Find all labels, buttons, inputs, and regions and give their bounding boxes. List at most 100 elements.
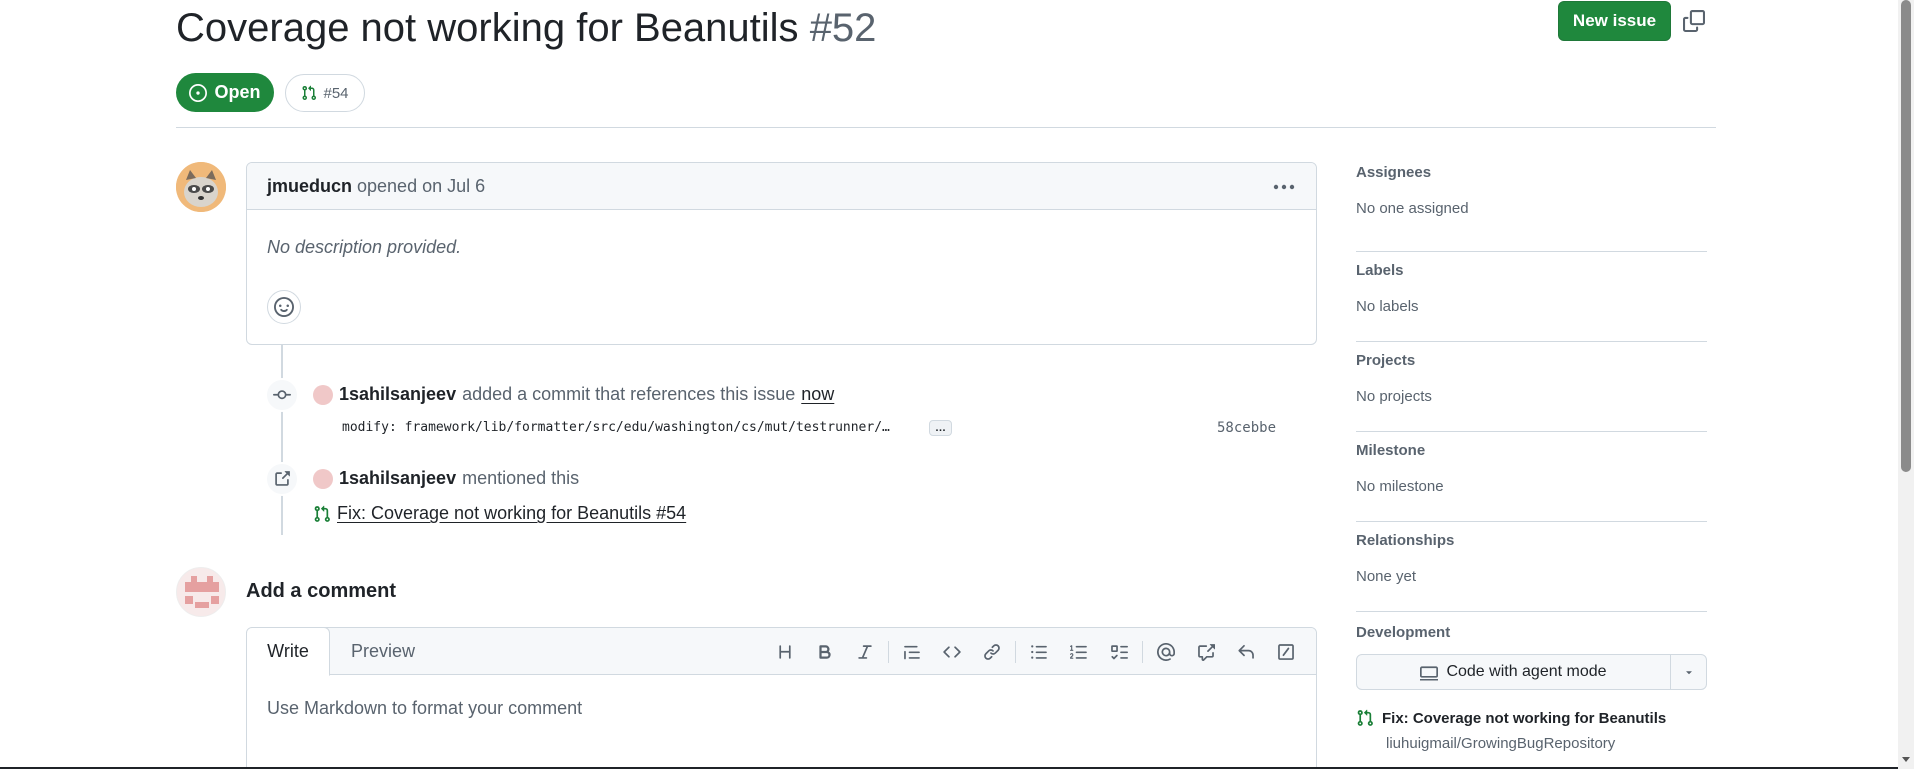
scrollbar-thumb[interactable] — [1901, 0, 1911, 472]
kebab-menu-icon[interactable] — [1272, 177, 1296, 197]
issue-state-label: Open — [214, 82, 261, 102]
code-button[interactable] — [932, 628, 972, 675]
issue-number: #52 — [809, 6, 877, 50]
comment-body: No description provided. — [267, 237, 462, 257]
sidebar-labels[interactable]: Labels No labels — [1356, 252, 1707, 342]
comment-header: jmueducn opened on Jul 6 — [247, 163, 1316, 210]
actor-avatar[interactable] — [313, 384, 333, 405]
commit-event-icon-wrap — [265, 378, 299, 412]
new-issue-button[interactable]: New issue — [1558, 1, 1671, 41]
sidebar-value: No projects — [1356, 388, 1432, 405]
code-with-agent-main[interactable]: Code with agent mode — [1357, 655, 1671, 689]
sidebar-heading[interactable]: Development — [1356, 624, 1450, 641]
timeline-line — [281, 345, 283, 535]
mention-icon — [1157, 642, 1175, 661]
referenced-pr[interactable]: Fix: Coverage not working for Beanutils … — [313, 503, 686, 524]
mention-button[interactable] — [1146, 628, 1186, 675]
linked-pr-number: #54 — [323, 84, 349, 102]
add-reaction-button[interactable] — [267, 290, 301, 324]
reply-button[interactable] — [1226, 628, 1266, 675]
quote-button[interactable] — [892, 628, 932, 675]
mention-event-icon-wrap — [265, 462, 299, 496]
markdown-toolbar — [765, 628, 1306, 675]
sidebar-heading: Assignees — [1356, 164, 1432, 181]
actor-avatar[interactable] — [313, 468, 333, 489]
sidebar-value: No one assigned — [1356, 200, 1469, 217]
task-list-button[interactable] — [1099, 628, 1139, 675]
sidebar-relationships[interactable]: Relationships None yet — [1356, 522, 1707, 612]
heading-button[interactable] — [765, 628, 805, 675]
issue-body-comment: jmueducn opened on Jul 6 No description … — [246, 162, 1317, 345]
code-with-agent-button: Code with agent mode — [1356, 654, 1707, 690]
commit-event-actor[interactable]: 1sahilsanjeev — [339, 384, 456, 405]
tab-write[interactable]: Write — [247, 628, 330, 676]
commit-sha[interactable]: 58cebbe — [1217, 420, 1276, 436]
comment-textarea[interactable]: Use Markdown to format your comment — [267, 698, 582, 719]
development-pr-repo: liuhuigmail/GrowingBugRepository — [1386, 735, 1616, 752]
issue-sidebar: Assignees No one assigned Labels No labe… — [1356, 162, 1707, 762]
scroll-down-arrow-icon[interactable] — [1900, 753, 1912, 765]
ordered-list-button[interactable] — [1059, 628, 1099, 675]
slash-command-icon — [1278, 643, 1294, 660]
commit-event-text: 1sahilsanjeev added a commit that refere… — [313, 384, 834, 405]
sidebar-heading: Milestone — [1356, 442, 1426, 459]
sidebar-value: No milestone — [1356, 478, 1444, 495]
issue-title: Coverage not working for Beanutils #52 — [176, 6, 876, 51]
add-comment-heading: Add a comment — [246, 580, 397, 602]
triangle-down-icon — [1685, 671, 1692, 675]
pull-request-icon — [302, 85, 317, 101]
mention-event-action: mentioned this — [462, 468, 580, 488]
toolbar-divider — [1015, 640, 1016, 663]
sidebar-heading: Relationships — [1356, 532, 1455, 549]
cross-reference-icon — [275, 471, 290, 486]
sidebar-value: None yet — [1356, 568, 1417, 585]
mention-event-actor[interactable]: 1sahilsanjeev — [339, 468, 456, 489]
slash-command-button[interactable] — [1266, 628, 1306, 675]
unordered-list-button[interactable] — [1019, 628, 1059, 675]
copy-icon[interactable] — [1683, 10, 1705, 32]
current-user-avatar[interactable] — [176, 567, 226, 617]
reply-icon — [1238, 644, 1254, 659]
commit-message[interactable]: modify: framework/lib/formatter/src/edu/… — [342, 420, 890, 435]
commit-event-time[interactable]: now — [801, 384, 834, 405]
toolbar-divider — [888, 640, 889, 663]
comment-meta[interactable]: opened on Jul 6 — [357, 176, 485, 197]
cross-reference-icon — [1198, 643, 1215, 661]
development-pr-title[interactable]: Fix: Coverage not working for Beanutils — [1382, 710, 1666, 727]
heading-icon — [779, 644, 791, 659]
bold-button[interactable] — [805, 628, 845, 675]
tab-preview[interactable]: Preview — [351, 628, 415, 675]
sidebar-development: Development Code with agent mode Fix: Co… — [1356, 612, 1707, 762]
sidebar-heading: Projects — [1356, 352, 1416, 369]
linked-pr-chip[interactable]: #54 — [285, 74, 365, 112]
issue-state-badge: Open — [176, 73, 274, 112]
git-commit-icon — [273, 390, 291, 400]
header-divider — [176, 127, 1716, 128]
code-with-agent-label: Code with agent mode — [1446, 663, 1607, 680]
link-button[interactable] — [972, 628, 1012, 675]
comment-author[interactable]: jmueducn — [267, 176, 352, 197]
comment-editor: Write Preview Use Markdown to format you… — [246, 627, 1317, 769]
link-icon — [984, 643, 1000, 660]
bold-icon — [819, 644, 831, 659]
italic-button[interactable] — [845, 628, 885, 675]
smiley-icon — [274, 297, 294, 317]
author-avatar[interactable] — [176, 162, 226, 212]
agent-dropdown-toggle[interactable] — [1671, 655, 1706, 689]
editor-tabs: Write Preview — [247, 628, 1316, 676]
italic-icon — [858, 644, 872, 659]
mention-event-text: 1sahilsanjeev mentioned this — [313, 468, 579, 489]
sidebar-value: No labels — [1356, 298, 1419, 315]
referenced-pr-link[interactable]: Fix: Coverage not working for Beanutils … — [337, 503, 686, 524]
sidebar-projects[interactable]: Projects No projects — [1356, 342, 1707, 432]
issue-opened-icon — [189, 83, 208, 102]
commit-expand-button[interactable]: … — [929, 420, 952, 436]
code-icon — [943, 645, 961, 658]
sidebar-assignees[interactable]: Assignees No one assigned — [1356, 162, 1707, 252]
cross-reference-button[interactable] — [1186, 628, 1226, 675]
sidebar-milestone[interactable]: Milestone No milestone — [1356, 432, 1707, 522]
development-pr[interactable]: Fix: Coverage not working for Beanutils — [1356, 709, 1666, 727]
toolbar-divider — [1142, 640, 1143, 663]
ordered-list-icon — [1070, 644, 1087, 659]
task-list-icon — [1111, 644, 1128, 659]
